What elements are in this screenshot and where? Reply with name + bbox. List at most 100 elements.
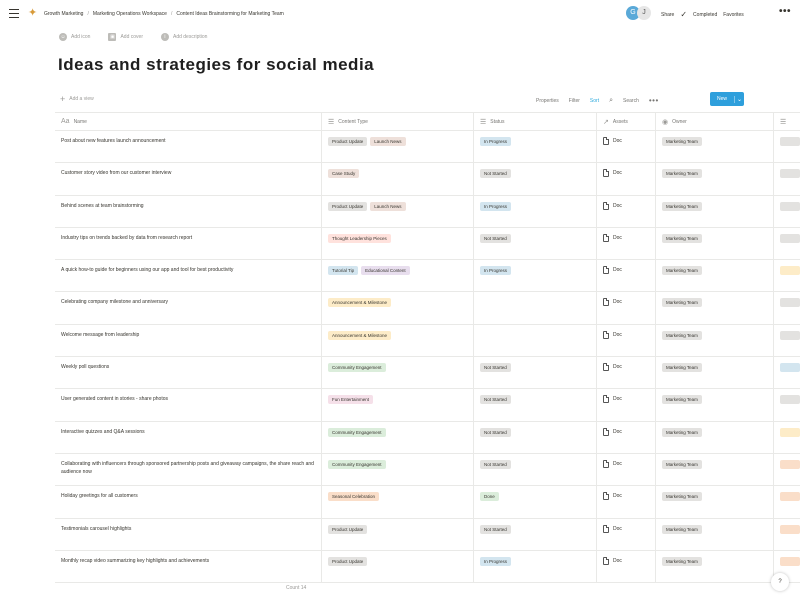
cell-name[interactable]: Industry tips on trends backed by data f… xyxy=(55,227,322,260)
column-header-content-type[interactable]: ☰ Content Type xyxy=(322,113,474,130)
cell-owner[interactable]: Marketing Team xyxy=(656,292,774,324)
properties-button[interactable]: Properties xyxy=(536,98,559,104)
table-row[interactable]: Industry tips on trends backed by data f… xyxy=(55,227,800,261)
cell-owner[interactable]: Marketing Team xyxy=(656,518,774,550)
table-row[interactable]: Post about new features launch announcem… xyxy=(55,131,800,164)
file-link[interactable]: Doc xyxy=(603,330,649,339)
breadcrumb-item[interactable]: Growth Marketing xyxy=(44,11,83,17)
table-row[interactable]: Holiday greetings for all customers Seaso… xyxy=(55,486,800,519)
file-link[interactable]: Doc xyxy=(603,137,649,145)
cell-assets[interactable]: Doc xyxy=(597,389,656,421)
cell-name[interactable]: Behind scenes at team brainstorming xyxy=(55,195,322,227)
completed-button[interactable]: Completed xyxy=(693,12,717,18)
cell-status[interactable]: In Progress xyxy=(474,260,597,292)
cell-status[interactable]: In Progress xyxy=(474,131,597,163)
cell-status[interactable] xyxy=(474,292,597,324)
cell-content-type[interactable]: Product Update Launch News xyxy=(322,131,474,163)
search-icon[interactable]: ⌕ xyxy=(609,97,613,105)
table-row[interactable]: Monthly recap video summarizing key high… xyxy=(55,550,800,584)
cell-name[interactable]: Post about new features launch announcem… xyxy=(55,131,322,163)
cell-owner[interactable]: Marketing Team xyxy=(656,163,774,195)
cell-assets[interactable]: Doc xyxy=(597,518,656,550)
cell-assets[interactable]: Doc xyxy=(597,163,656,195)
cell-content-type[interactable]: Thought Leadership Pieces xyxy=(322,227,474,260)
favorites-button[interactable]: Favorites xyxy=(723,12,744,18)
cell-owner[interactable]: Marketing Team xyxy=(656,421,774,453)
cell-content-type[interactable]: Tutorial Tip Educational Content xyxy=(322,260,474,292)
file-link[interactable]: Doc xyxy=(603,233,649,242)
cell-content-type[interactable]: Community Engagement xyxy=(322,453,474,486)
cell-owner[interactable]: Marketing Team xyxy=(656,227,774,260)
cell-status[interactable]: Not Started xyxy=(474,357,597,389)
cell-extra[interactable] xyxy=(774,163,800,194)
cell-extra[interactable] xyxy=(774,422,800,453)
column-header-assets[interactable]: ↗ Assets xyxy=(597,113,656,130)
new-button[interactable]: New ⌄ xyxy=(710,92,744,106)
menu-icon[interactable] xyxy=(9,9,19,19)
breadcrumb-item[interactable]: Marketing Operations Workspace xyxy=(93,11,167,17)
file-link[interactable]: Doc xyxy=(603,169,649,178)
row-count[interactable]: Count 14 xyxy=(286,585,306,591)
add-view-button[interactable]: + Add a view xyxy=(60,95,94,104)
column-header-more[interactable]: ☰ xyxy=(774,113,800,130)
table-row[interactable]: Collaborating with influencers through s… xyxy=(55,453,800,487)
cell-status[interactable]: Not Started xyxy=(474,421,597,453)
cell-owner[interactable]: Marketing Team xyxy=(656,131,774,163)
table-row[interactable]: Weekly poll questions Community Engagemen… xyxy=(55,357,800,390)
file-link[interactable]: Doc xyxy=(603,266,649,275)
cell-name[interactable]: Customer story video from our customer i… xyxy=(55,163,322,195)
cell-extra[interactable] xyxy=(774,196,800,227)
cell-content-type[interactable]: Case Study xyxy=(322,163,474,195)
cell-status[interactable]: In Progress xyxy=(474,195,597,227)
cell-assets[interactable]: Doc xyxy=(597,324,656,357)
cell-assets[interactable]: Doc xyxy=(597,486,656,518)
cell-status[interactable]: Not Started xyxy=(474,389,597,421)
add-icon-button[interactable]: ☺ Add icon xyxy=(59,33,90,41)
cell-status[interactable]: Not Started xyxy=(474,227,597,260)
cell-extra[interactable] xyxy=(774,454,800,485)
avatar[interactable]: J xyxy=(637,6,651,20)
cell-status[interactable]: Not Started xyxy=(474,453,597,486)
page-title[interactable]: Ideas and strategies for social media xyxy=(58,55,374,75)
cell-owner[interactable]: Marketing Team xyxy=(656,324,774,357)
table-row[interactable]: Customer story video from our customer i… xyxy=(55,163,800,196)
cell-assets[interactable]: Doc xyxy=(597,227,656,260)
cell-name[interactable]: Collaborating with influencers through s… xyxy=(55,453,322,486)
table-row[interactable]: Testimonials carousel highlights Product … xyxy=(55,518,800,551)
cell-extra[interactable] xyxy=(774,325,800,356)
column-header-status[interactable]: ☰ Status xyxy=(474,113,597,130)
sort-button[interactable]: Sort xyxy=(590,98,599,104)
table-row[interactable]: Celebrating company milestone and annive… xyxy=(55,292,800,325)
cell-assets[interactable]: Doc xyxy=(597,292,656,324)
cell-status[interactable]: In Progress xyxy=(474,550,597,583)
cell-content-type[interactable]: Fun Entertainment xyxy=(322,389,474,421)
cell-name[interactable]: Monthly recap video summarizing key high… xyxy=(55,550,322,583)
cell-extra[interactable] xyxy=(774,292,800,323)
table-row[interactable]: User generated content in stories - shar… xyxy=(55,389,800,422)
file-link[interactable]: Doc xyxy=(603,298,649,307)
cell-extra[interactable] xyxy=(774,486,800,517)
column-header-name[interactable]: Aa Name xyxy=(55,113,322,130)
cell-extra[interactable] xyxy=(774,357,800,388)
cell-extra[interactable] xyxy=(774,260,800,291)
cell-content-type[interactable]: Community Engagement xyxy=(322,357,474,389)
table-row[interactable]: Welcome message from leadership Announcem… xyxy=(55,324,800,358)
file-link[interactable]: Doc xyxy=(603,492,649,501)
cell-owner[interactable]: Marketing Team xyxy=(656,195,774,227)
file-link[interactable]: Doc xyxy=(603,556,649,565)
table-row[interactable]: Behind scenes at team brainstorming Produ… xyxy=(55,195,800,228)
cell-content-type[interactable]: Community Engagement xyxy=(322,421,474,453)
chevron-down-icon[interactable]: ⌄ xyxy=(734,95,744,103)
cell-content-type[interactable]: Seasonal Celebration xyxy=(322,486,474,518)
cell-extra[interactable] xyxy=(774,228,800,259)
cell-owner[interactable]: Marketing Team xyxy=(656,260,774,292)
table-row[interactable]: Interactive quizzes and Q&A sessions Comm… xyxy=(55,421,800,454)
cell-owner[interactable]: Marketing Team xyxy=(656,389,774,421)
cell-name[interactable]: Welcome message from leadership xyxy=(55,324,322,357)
cell-name[interactable]: Holiday greetings for all customers xyxy=(55,486,322,518)
file-link[interactable]: Doc xyxy=(603,524,649,533)
workspace-logo-icon[interactable]: ✦ xyxy=(28,7,40,20)
cell-owner[interactable]: Marketing Team xyxy=(656,453,774,486)
column-header-owner[interactable]: ◉ Owner xyxy=(656,113,774,130)
cell-owner[interactable]: Marketing Team xyxy=(656,550,774,583)
